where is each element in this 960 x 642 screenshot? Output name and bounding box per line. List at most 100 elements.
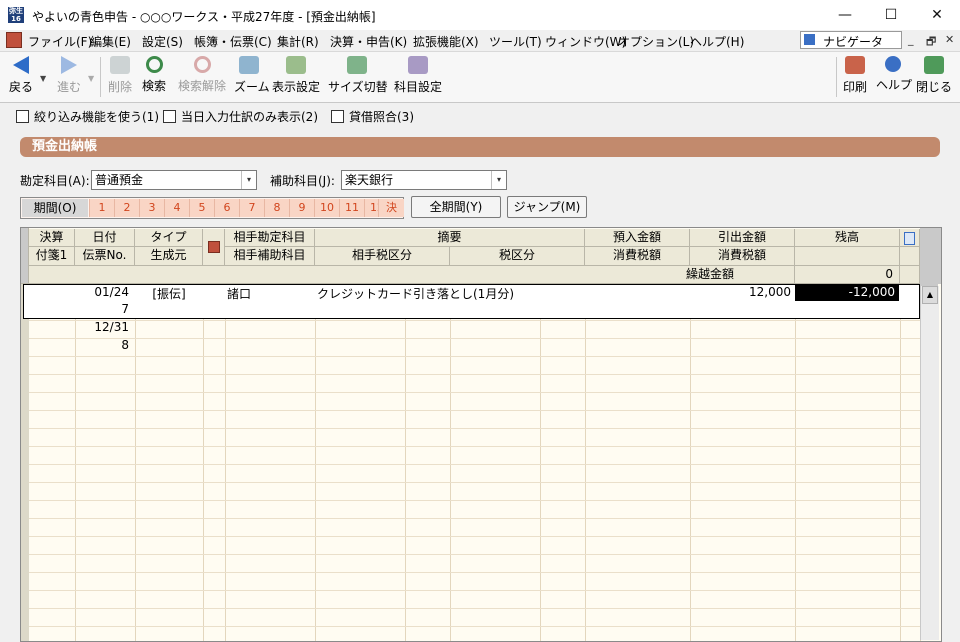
close-label: 閉じる [916,80,953,94]
clear-search-label: 検索解除 [177,79,226,93]
navigator-label: ナビゲータ [823,35,884,49]
today-only-label: 当日入力仕訳のみ表示(2) [181,110,318,124]
menu-books-vouchers[interactable]: 帳簿・伝票(C) [194,33,272,50]
month-11-button[interactable]: 11 [339,199,364,217]
mdi-restore-button[interactable]: 🗗 [926,33,936,52]
delete-button[interactable]: 削除 [106,56,134,95]
delete-label: 削除 [107,80,132,94]
col-balance-header: 残高 [795,229,900,247]
account-select[interactable]: 普通預金 ▾ [91,170,257,190]
account-settings-button[interactable]: 科目設定 [392,56,444,95]
forward-button[interactable]: 進む [54,56,84,95]
entry-voucher[interactable]: 8 [75,338,133,355]
account-label: 勘定科目(A): [20,174,90,188]
jump-button[interactable]: ジャンプ(M) [507,196,587,218]
all-period-button[interactable]: 全期間(Y) [411,196,501,218]
menu-help[interactable]: ヘルプ(H) [690,33,744,50]
month-3-button[interactable]: 3 [139,199,164,217]
sub-account-label: 補助科目(J): [270,174,335,188]
menu-settlement[interactable]: 決算・申告(K) [330,33,407,50]
back-button[interactable]: 戻る [6,56,36,95]
row-selector-column[interactable] [21,284,29,641]
display-settings-button[interactable]: 表示設定 [270,56,322,95]
menu-tools[interactable]: ツール(T) [489,33,542,50]
month-2-button[interactable]: 2 [114,199,139,217]
menu-extensions[interactable]: 拡張機能(X) [413,33,479,50]
col-withdrawal-header: 引出金額 [690,229,795,247]
search-label: 検索 [141,79,166,93]
entry-counter-account[interactable]: 諸口 [227,285,315,302]
minimize-button[interactable]: — [822,0,868,30]
checkbox-box [331,110,344,123]
sub-account-select[interactable]: 楽天銀行 ▾ [341,170,507,190]
entry-type[interactable]: [振伝] [135,285,203,302]
mdi-minimize-button[interactable]: _ [908,33,914,46]
chevron-down-icon: ▾ [491,171,506,189]
entry-deposit[interactable] [585,285,690,302]
menu-file[interactable]: ファイル(F) [28,33,92,50]
zoom-button[interactable]: ズーム [234,56,270,95]
print-button[interactable]: 印刷 [840,56,870,95]
month-7-button[interactable]: 7 [239,199,264,217]
forward-arrow-icon [61,56,77,74]
entry-voucher[interactable]: 7 [75,302,133,319]
close-window-button[interactable]: ✕ [914,0,960,30]
month-1-button[interactable]: 1 [89,199,114,217]
printer-icon [845,56,865,74]
grid-row-line [29,536,920,537]
ledger-grid: 決算 日付 タイプ 相手勘定科目 摘要 預入金額 引出金額 残高 付箋1 伝票N… [20,227,942,642]
month-9-button[interactable]: 9 [289,199,314,217]
entry-summary[interactable]: クレジットカード引き落とし(1月分) [317,285,585,302]
menu-aggregate[interactable]: 集計(R) [277,33,319,50]
carryover-label: 繰越金額 [585,266,795,284]
carryover-value: 0 [795,266,900,284]
grid-row-line [29,626,920,627]
help-label: ヘルプ [876,78,913,92]
month-10-button[interactable]: 10 [314,199,339,217]
vertical-scrollbar[interactable]: ▲ [920,286,939,640]
memo-column-header[interactable] [900,229,920,247]
back-history-dropdown[interactable]: ▼ [40,74,46,83]
clear-search-button[interactable]: 検索解除 [176,56,228,94]
reconcile-checkbox[interactable]: 貸借照合(3) [331,108,414,125]
menu-window[interactable]: ウィンドウ(W) [545,33,626,50]
month-5-button[interactable]: 5 [189,199,214,217]
help-button[interactable]: ヘルプ [876,56,913,93]
back-arrow-icon [13,56,29,74]
size-toggle-button[interactable]: サイズ切替 [328,56,388,95]
menu-edit[interactable]: 編集(E) [90,33,131,50]
entry-balance[interactable]: -12,000 [795,285,899,301]
month-6-button[interactable]: 6 [214,199,239,217]
col-settlement-header: 決算 [29,229,75,247]
period-label[interactable]: 期間(O) [22,199,88,217]
navigator-button[interactable]: ナビゲータ [800,31,902,49]
entry-date[interactable]: 01/24 [75,285,133,302]
search-button[interactable]: 検索 [140,56,168,94]
entry-withdrawal[interactable]: 12,000 [690,285,795,302]
account-value: 普通預金 [95,173,144,187]
memo-icon [904,232,915,245]
document-menu-icon[interactable] [6,32,22,48]
scroll-up-icon[interactable]: ▲ [922,286,938,304]
grid-row-line [29,500,920,501]
mdi-close-button[interactable]: ✕ [945,33,954,46]
month-4-button[interactable]: 4 [164,199,189,217]
col-deposit-header: 預入金額 [585,229,690,247]
display-settings-label: 表示設定 [271,80,320,94]
month-8-button[interactable]: 8 [264,199,289,217]
settlement-month-button[interactable]: 決 [378,199,404,217]
col-type-header: タイプ [135,229,203,247]
grid-row-line [29,356,920,357]
forward-history-dropdown[interactable]: ▼ [88,74,94,83]
today-only-checkbox[interactable]: 当日入力仕訳のみ表示(2) [163,108,318,125]
maximize-button[interactable]: ☐ [868,0,914,30]
filter-checkbox[interactable]: 絞り込み機能を使う(1) [16,108,159,125]
entry-date[interactable]: 12/31 [75,320,133,337]
zoom-label: ズーム [234,80,270,94]
grid-row-line [29,410,920,411]
col-blank-header [900,247,920,266]
menu-options[interactable]: オプション(L) [618,33,694,50]
close-button[interactable]: 閉じる [916,56,952,95]
menu-settings[interactable]: 設定(S) [142,33,183,50]
grid-row-line [29,446,920,447]
